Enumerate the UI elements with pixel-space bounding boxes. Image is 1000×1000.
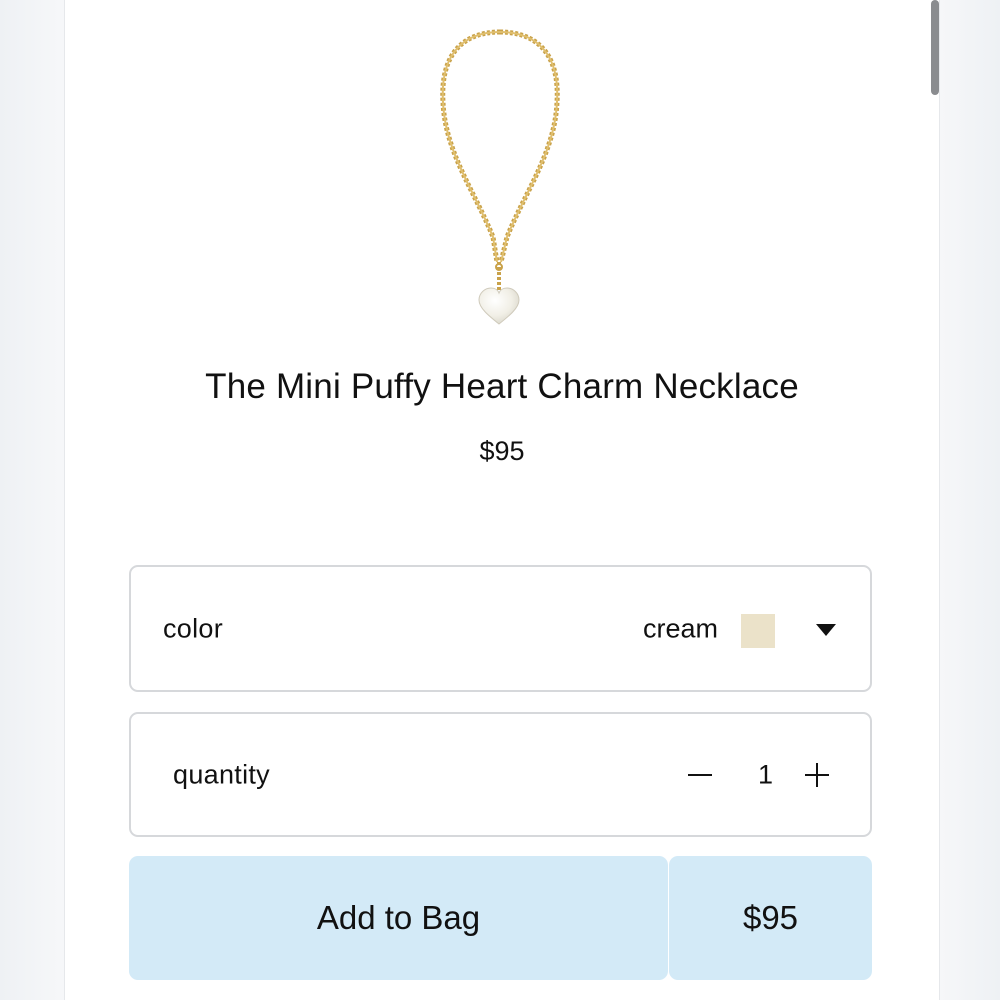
add-to-bag-price[interactable]: $95 — [669, 856, 872, 980]
color-selector[interactable]: color cream — [129, 565, 872, 692]
product-title: The Mini Puffy Heart Charm Necklace — [205, 367, 799, 406]
necklace-image — [440, 29, 560, 325]
quantity-value: 1 — [757, 759, 773, 789]
quantity-stepper: quantity 1 — [129, 712, 872, 837]
product-price: $95 — [479, 436, 525, 466]
color-selected-value: cream — [642, 613, 718, 643]
caret-down-icon[interactable] — [816, 624, 836, 636]
browser-viewport: The Mini Puffy Heart Charm Necklace $95 … — [0, 0, 1000, 1000]
color-swatch — [741, 614, 775, 648]
quantity-label: quantity — [173, 759, 270, 789]
scrollbar-thumb[interactable] — [931, 0, 939, 95]
color-label: color — [163, 613, 224, 643]
add-to-bag-button[interactable]: Add to Bag — [129, 856, 668, 980]
plus-icon[interactable] — [802, 760, 832, 790]
product-page: The Mini Puffy Heart Charm Necklace $95 … — [64, 0, 940, 1000]
minus-icon[interactable] — [685, 760, 715, 790]
